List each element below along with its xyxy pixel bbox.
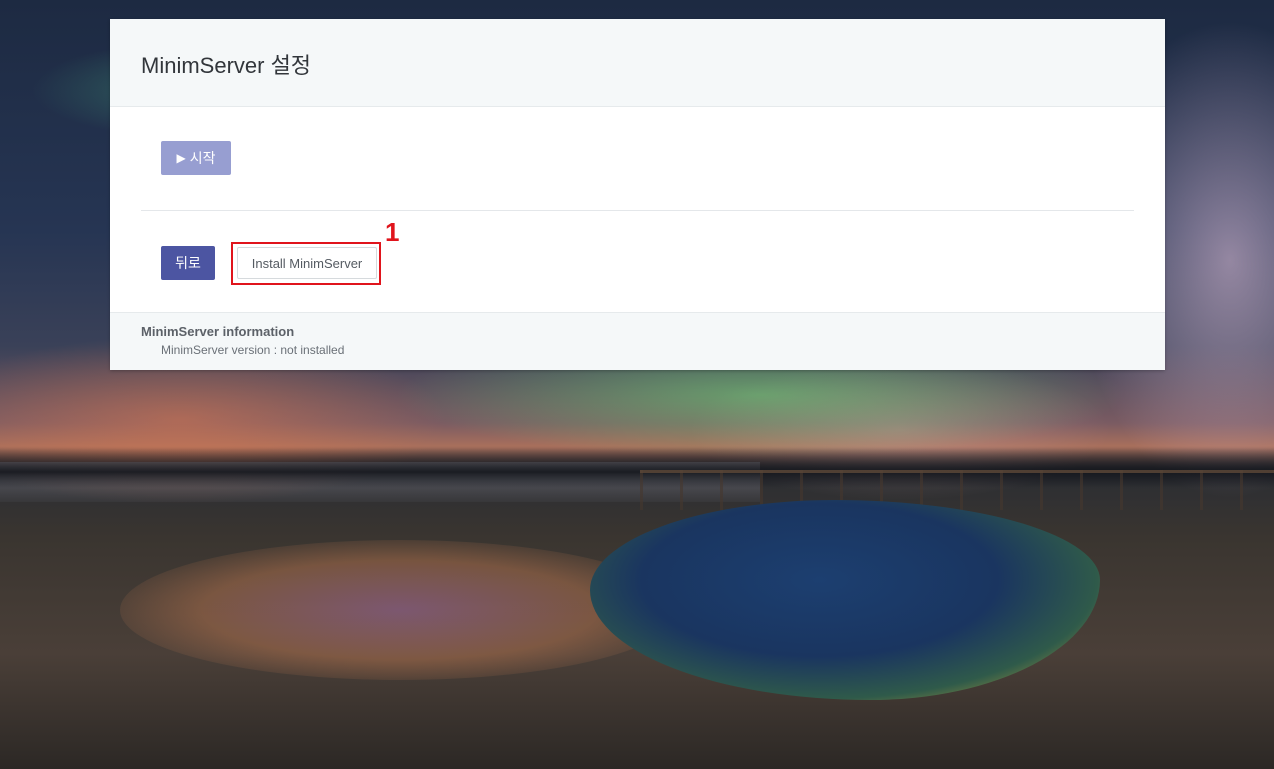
start-button-label: 시작 — [189, 150, 216, 166]
play-icon: ▶ — [176, 151, 186, 165]
annotation-highlight-box — [231, 242, 381, 285]
back-button[interactable]: 뒤로 — [161, 246, 215, 280]
settings-panel: MinimServer 설정 ▶ 시작 뒤로 Install MinimServ… — [110, 19, 1165, 370]
background-boardwalk — [640, 470, 1274, 510]
version-status: MinimServer version : not installed — [161, 343, 345, 357]
section-divider — [141, 210, 1134, 211]
annotation-step-number: 1 — [385, 217, 400, 247]
panel-footer: MinimServer information MinimServer vers… — [110, 312, 1165, 370]
panel-header: MinimServer 설정 — [110, 19, 1165, 107]
start-button[interactable]: ▶ 시작 — [161, 141, 231, 175]
panel-body: ▶ 시작 뒤로 Install MinimServer 1 — [110, 107, 1165, 312]
page-title: MinimServer 설정 — [141, 53, 312, 78]
info-title: MinimServer information — [141, 324, 295, 339]
